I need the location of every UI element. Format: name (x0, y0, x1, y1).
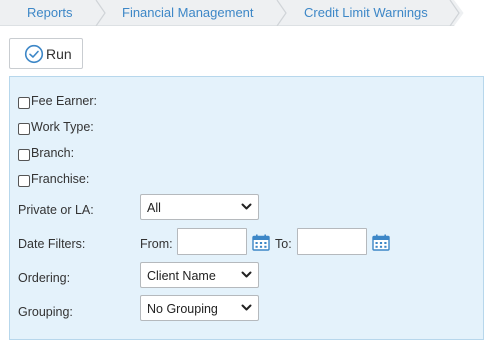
fee-earner-checkbox[interactable] (18, 97, 30, 109)
run-button[interactable]: Run (9, 38, 83, 69)
branch-label: Branch: (31, 146, 75, 160)
calendar-icon[interactable] (372, 234, 390, 251)
work-type-label: Work Type: (31, 120, 94, 134)
chevron-down-icon (241, 271, 252, 278)
date-to-input[interactable] (297, 228, 367, 255)
filter-panel: Fee Earner: Work Type: Branch: Franchise… (9, 76, 484, 340)
breadcrumb-separator-icon (276, 0, 287, 26)
branch-checkbox[interactable] (18, 149, 30, 161)
branch-row: Branch: (18, 144, 74, 162)
check-circle-icon (24, 44, 44, 63)
ordering-label: Ordering: (18, 271, 71, 285)
chevron-down-icon (241, 203, 252, 210)
chevron-down-icon (241, 304, 252, 311)
date-to-label: To: (275, 237, 292, 251)
private-or-la-select[interactable]: All (140, 194, 259, 220)
franchise-row: Franchise: (18, 170, 89, 188)
date-from-label: From: (140, 237, 173, 251)
work-type-checkbox[interactable] (18, 123, 30, 135)
private-or-la-label: Private or LA: (18, 203, 94, 217)
breadcrumb-credit-limit-warnings[interactable]: Credit Limit Warnings (304, 0, 428, 26)
franchise-label: Franchise: (31, 172, 90, 186)
grouping-select[interactable]: No Grouping (140, 295, 259, 321)
breadcrumb-reports[interactable]: Reports (27, 0, 73, 26)
private-or-la-value: All (147, 201, 161, 215)
date-filters-label: Date Filters: (18, 237, 86, 251)
breadcrumb: Reports Financial Management Credit Limi… (0, 0, 484, 26)
ordering-value: Client Name (147, 269, 216, 283)
grouping-value: No Grouping (147, 302, 218, 316)
breadcrumb-separator-icon (95, 0, 106, 26)
fee-earner-label: Fee Earner: (31, 94, 98, 108)
fee-earner-row: Fee Earner: (18, 92, 97, 110)
calendar-icon[interactable] (252, 234, 270, 251)
breadcrumb-financial-management[interactable]: Financial Management (122, 0, 254, 26)
work-type-row: Work Type: (18, 118, 94, 136)
date-from-input[interactable] (177, 228, 247, 255)
ordering-select[interactable]: Client Name (140, 262, 259, 288)
franchise-checkbox[interactable] (18, 175, 30, 187)
grouping-label: Grouping: (18, 305, 73, 319)
run-label: Run (46, 45, 72, 62)
